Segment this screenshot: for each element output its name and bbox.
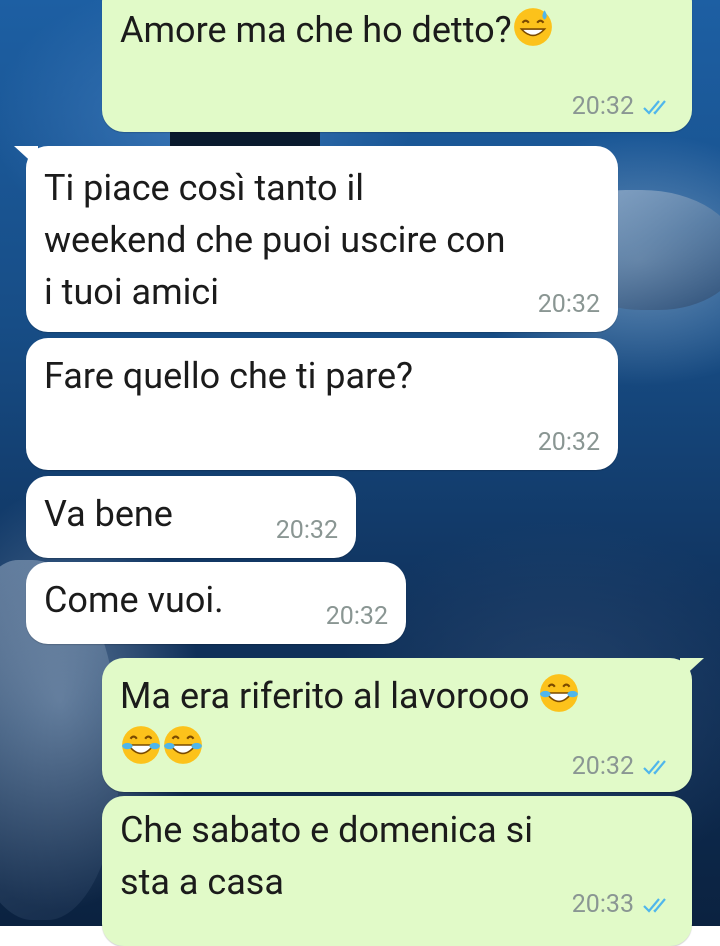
message-bubble-incoming[interactable]: Va bene 20:32 [26, 476, 356, 558]
message-meta: 20:32 [572, 752, 672, 782]
message-meta: 20:32 [572, 92, 672, 122]
message-bubble-outgoing[interactable]: Amore ma che ho detto? 20:32 [102, 0, 692, 132]
double-check-icon [643, 898, 666, 913]
message-bubble-incoming[interactable]: Come vuoi. 20:32 [26, 562, 406, 644]
message-text: Ti piace così tanto il weekend che puoi … [44, 167, 506, 313]
message-meta: 20:32 [538, 428, 600, 458]
message-bubble-incoming[interactable]: Ti piace così tanto il weekend che puoi … [14, 146, 618, 332]
message-meta: 20:33 [572, 890, 672, 920]
message-time: 20:32 [571, 92, 634, 121]
message-text: Fare quello che ti pare? [44, 355, 414, 397]
message-time: 20:32 [571, 752, 634, 781]
message-text: Amore ma che ho detto? [120, 4, 674, 56]
face-with-tears-of-joy-icon [122, 726, 160, 764]
message-bubble-incoming[interactable]: Fare quello che ti pare? 20:32 [26, 338, 618, 470]
message-time: 20:32 [275, 516, 338, 545]
message-time: 20:33 [571, 890, 634, 919]
message-bubble-outgoing[interactable]: Ma era riferito al lavorooo 20:32 [102, 658, 704, 792]
message-meta: 20:32 [326, 602, 388, 632]
message-time: 20:32 [537, 428, 600, 457]
message-bubble-outgoing[interactable]: Che sabato e domenica si sta a casa 20:3… [102, 796, 692, 946]
face-with-tears-of-joy-icon [164, 726, 202, 764]
bubble-tail [680, 658, 704, 680]
bubble-tail [14, 146, 38, 168]
message-meta: 20:32 [538, 290, 600, 320]
double-check-icon [643, 760, 666, 775]
grinning-face-with-sweat-icon [513, 8, 552, 46]
face-with-tears-of-joy-icon [540, 674, 579, 712]
message-meta: 20:32 [276, 516, 338, 546]
double-check-icon [643, 100, 666, 115]
message-time: 20:32 [325, 602, 388, 631]
message-time: 20:32 [537, 290, 600, 319]
